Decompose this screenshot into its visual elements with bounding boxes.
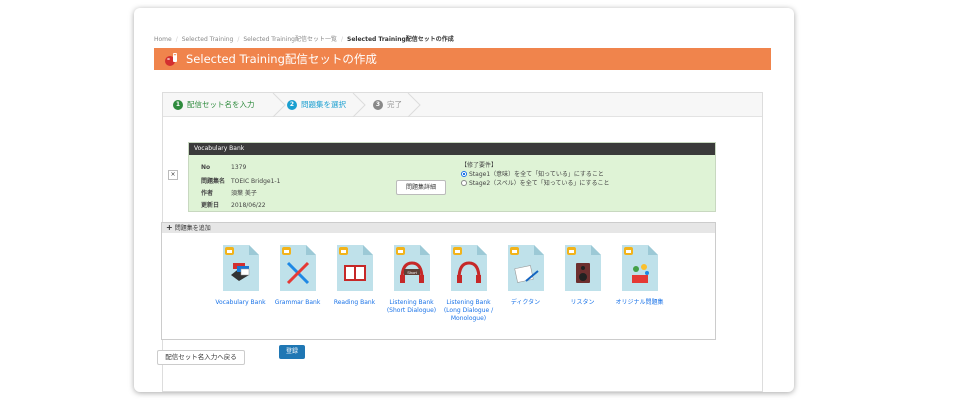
book-label[interactable]: リスタン: [554, 299, 611, 307]
step-1[interactable]: 1 配信セット名を入力: [173, 99, 255, 110]
breadcrumb-home[interactable]: Home: [154, 36, 172, 43]
step-3: 3 完了: [373, 99, 402, 110]
book-catalog: Vocabulary Bank Grammar Bank Reading Bank S…: [212, 245, 668, 323]
book-label[interactable]: Listening Bank (Short Dialogue): [383, 299, 440, 315]
step-1-number: 1: [173, 99, 183, 110]
step-3-number: 3: [373, 99, 383, 110]
step-3-label: 完了: [387, 100, 402, 109]
browser-window: Home / Selected Training / Selected Training…: [134, 8, 794, 392]
book-label[interactable]: オリジナル問題集: [611, 299, 668, 307]
selected-book-header: Vocabulary Bank: [189, 143, 715, 155]
vocabulary-flags-icon[interactable]: [222, 245, 259, 291]
open-book-icon[interactable]: [336, 245, 373, 291]
back-to-name-button[interactable]: 配信セット名入力へ戻る: [157, 350, 245, 365]
book-label[interactable]: Listening Bank (Long Dialogue / Monologue): [440, 299, 497, 323]
book-tile[interactable]: Short Listening Bank (Short Dialogue): [383, 245, 440, 323]
original-items-icon[interactable]: [621, 245, 658, 291]
requirement-stage1[interactable]: Stage1（意味）を全て「知っている」にすること: [461, 170, 610, 179]
book-tile[interactable]: Reading Bank: [326, 245, 383, 323]
add-book-header: + 問題集を追加: [162, 223, 715, 233]
breadcrumb: Home / Selected Training / Selected Training…: [154, 36, 454, 43]
headphones-icon[interactable]: [450, 245, 487, 291]
register-button[interactable]: 登録: [279, 345, 305, 359]
book-tile[interactable]: オリジナル問題集: [611, 245, 668, 323]
breadcrumb-current: Selected Training配信セットの作成: [347, 36, 454, 43]
info-row-name: 問題集名 TOEIC Bridge1-1: [201, 178, 281, 185]
radio-stage2[interactable]: [461, 180, 467, 186]
completion-requirements: 【修了要件】 Stage1（意味）を全て「知っている」にすること Stage2（…: [461, 161, 610, 188]
book-label[interactable]: Reading Bank: [326, 299, 383, 307]
remove-book-button[interactable]: ×: [168, 170, 178, 180]
wizard-steps: 1 配信セット名を入力 2 問題集を選択 3 完了: [163, 93, 762, 117]
book-tile[interactable]: Listening Bank (Long Dialogue / Monologue): [440, 245, 497, 323]
requirements-title: 【修了要件】: [461, 162, 498, 169]
svg-text:Short: Short: [407, 270, 417, 275]
book-detail-button[interactable]: 問題集詳細: [396, 180, 446, 195]
book-tile[interactable]: Grammar Bank: [269, 245, 326, 323]
selected-book-card: Vocabulary Bank No 1379 問題集名 TOEIC Bridge1…: [188, 142, 716, 212]
page-title: Selected Training配信セットの作成: [186, 52, 377, 66]
apple-icon: [164, 51, 180, 67]
info-row-author: 作者 須葉 美子: [201, 190, 257, 197]
add-book-section: + 問題集を追加 Vocabulary Bank Grammar Bank Readi…: [161, 222, 716, 340]
paper-pen-icon[interactable]: [507, 245, 544, 291]
speaker-icon[interactable]: [564, 245, 601, 291]
step-2-label: 問題集を選択: [301, 100, 346, 109]
step-2[interactable]: 2 問題集を選択: [287, 99, 346, 110]
info-row-no: No 1379: [201, 164, 247, 171]
book-tile[interactable]: ディクタン: [497, 245, 554, 323]
step-2-number: 2: [287, 99, 297, 110]
plus-icon: +: [166, 223, 173, 232]
book-label[interactable]: Vocabulary Bank: [212, 299, 269, 307]
requirement-stage2[interactable]: Stage2（スペル）を全て「知っている」にすること: [461, 179, 610, 188]
book-label[interactable]: Grammar Bank: [269, 299, 326, 307]
book-tile[interactable]: リスタン: [554, 245, 611, 323]
breadcrumb-set-list[interactable]: Selected Training配信セット一覧: [243, 36, 337, 43]
page-title-bar: Selected Training配信セットの作成: [154, 48, 771, 70]
radio-stage1[interactable]: [461, 171, 467, 177]
info-row-updated: 更新日 2018/06/22: [201, 202, 266, 209]
book-label[interactable]: ディクタン: [497, 299, 554, 307]
breadcrumb-selected-training[interactable]: Selected Training: [182, 36, 234, 43]
ruler-pencil-icon[interactable]: [279, 245, 316, 291]
headphones-short-icon[interactable]: Short: [393, 245, 430, 291]
book-tile[interactable]: Vocabulary Bank: [212, 245, 269, 323]
step-1-label: 配信セット名を入力: [187, 100, 255, 109]
